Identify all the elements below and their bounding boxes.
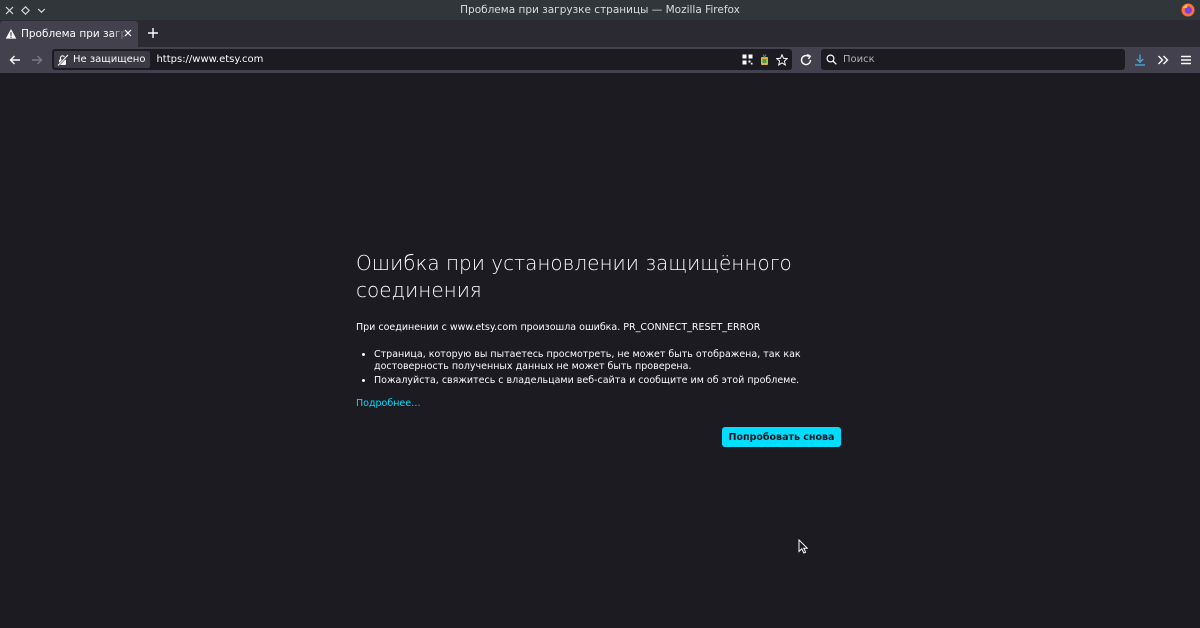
error-container: Ошибка при установлении защищённого соед…: [356, 250, 842, 447]
mouse-cursor-icon: [798, 539, 808, 554]
error-list: Страница, которую вы пытаетесь просмотре…: [356, 349, 842, 387]
url-text[interactable]: https://www.etsy.com: [156, 54, 263, 65]
title-bar: Проблема при загрузке страницы — Mozilla…: [0, 0, 1200, 20]
extension-icon[interactable]: [759, 53, 770, 66]
reload-icon[interactable]: [799, 53, 813, 67]
try-again-button[interactable]: Попробовать снова: [722, 427, 841, 447]
overflow-chevrons-icon[interactable]: [1156, 53, 1170, 67]
url-bar-icons: [742, 51, 788, 68]
firefox-logo-icon: [1181, 3, 1195, 17]
error-short-description: При соединении с www.etsy.com произошла …: [356, 322, 761, 333]
insecure-lock-icon: [57, 53, 69, 66]
search-input[interactable]: [843, 54, 1113, 65]
window-title: Проблема при загрузке страницы — Mozilla…: [460, 4, 740, 16]
forward-arrow-icon[interactable]: [30, 53, 44, 67]
menu-hamburger-icon[interactable]: [1179, 53, 1193, 67]
tab-label: Проблема при загрузке страницы: [21, 28, 127, 40]
new-tab-icon[interactable]: [146, 26, 160, 40]
security-label: Не защищено: [73, 54, 146, 65]
bookmark-star-icon[interactable]: [776, 53, 788, 66]
back-arrow-icon[interactable]: [8, 53, 22, 67]
list-item: Страница, которую вы пытаетесь просмотре…: [374, 349, 842, 372]
tab-active[interactable]: Проблема при загрузке страницы: [0, 21, 138, 47]
tab-strip: Проблема при загрузке страницы: [0, 20, 1200, 47]
firefox-window: Проблема при загрузке страницы — Mozilla…: [0, 0, 1200, 628]
error-title: Ошибка при установлении защищённого соед…: [356, 251, 792, 302]
close-tab-icon[interactable]: [123, 28, 133, 38]
search-bar[interactable]: [821, 49, 1125, 70]
learn-more-link[interactable]: Подробнее…: [356, 398, 421, 409]
search-icon: [826, 54, 837, 65]
list-item: Пожалуйста, свяжитесь с владельцами веб-…: [374, 375, 842, 387]
security-indicator[interactable]: Не защищено: [54, 51, 151, 68]
page-content: Ошибка при установлении защищённого соед…: [0, 73, 1200, 628]
qr-code-icon[interactable]: [742, 54, 753, 65]
warning-icon: [5, 29, 17, 39]
download-icon[interactable]: [1133, 53, 1147, 67]
url-bar[interactable]: Не защищено https://www.etsy.com: [52, 49, 792, 70]
navigation-toolbar: Не защищено https://www.etsy.com: [0, 47, 1200, 73]
